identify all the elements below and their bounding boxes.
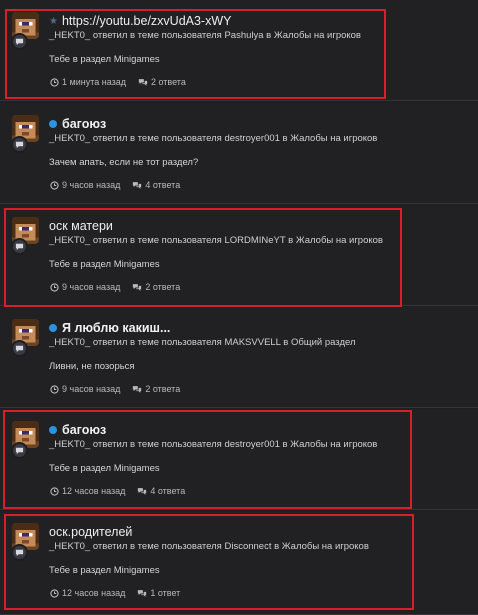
item-stats: 9 часов назад 4 ответа [50,180,192,190]
feed-item[interactable]: багоюз _HEKT0_ ответил в теме пользовате… [0,103,478,204]
time-stat: 1 минута назад [50,77,126,87]
reply-excerpt: Тебе в раздел Minigames [49,259,160,270]
clock-icon [50,77,59,87]
feed-item[interactable]: багоюз _HEKT0_ ответил в теме пользовате… [0,409,478,510]
thread-title-link[interactable]: https://youtu.be/zxvUdA3-xWY [62,14,232,28]
time-label[interactable]: 9 часов назад [62,282,120,292]
item-title-row: Я люблю какиш... [49,320,170,336]
comment-icon [11,33,28,50]
reply-excerpt: Тебе в раздел Minigames [49,565,160,576]
replies-count: 2 ответа [150,77,186,87]
replies-count: 2 ответа [145,384,181,394]
feed-item[interactable]: оск матери _HEKT0_ ответил в теме пользо… [0,205,478,306]
reply-excerpt: Зачем апать, если не тот раздел? [49,157,199,168]
replies-icon [138,78,148,86]
clock-icon [50,384,59,394]
time-label[interactable]: 9 часов назад [62,384,120,394]
replies-stat: 4 ответа [132,180,180,190]
thread-title-link[interactable]: багоюз [62,423,106,437]
thread-title-link[interactable]: Я люблю какиш... [62,321,170,335]
reply-excerpt: Ливни, не позорься [49,361,135,372]
comment-icon [11,544,28,561]
clock-icon [50,486,59,496]
comment-icon [11,238,28,255]
activity-meta: _HEKT0_ ответил в теме пользователя Pash… [49,30,361,41]
item-stats: 12 часов назад 1 ответ [50,588,192,598]
clock-icon [50,588,59,598]
item-title-row: багоюз [49,116,106,132]
comment-icon [11,340,28,357]
replies-icon [138,589,147,597]
activity-meta: _HEKT0_ ответил в теме пользователя LORD… [49,235,383,246]
item-stats: 9 часов назад 2 ответа [50,384,192,394]
item-stats: 1 минута назад 2 ответа [50,77,198,87]
reply-excerpt: Тебе в раздел Minigames [49,463,160,474]
star-icon: ★ [49,15,58,27]
item-stats: 12 часов назад 4 ответа [50,486,197,496]
unread-dot-icon [49,426,57,434]
comment-icon [11,442,28,459]
reply-excerpt: Тебе в раздел Minigames [49,54,160,65]
replies-count: 1 ответ [150,588,181,598]
item-title-row: оск матери [49,218,113,234]
thread-title-link[interactable]: оск матери [49,219,113,233]
activity-meta: _HEKT0_ ответил в теме пользователя Disc… [49,541,369,552]
item-title-row: ★ https://youtu.be/zxvUdA3-xWY [49,13,231,29]
unread-dot-icon [49,120,57,128]
clock-icon [50,282,59,292]
replies-stat: 4 ответа [137,486,185,496]
replies-icon [133,181,142,189]
thread-title-link[interactable]: багоюз [62,117,106,131]
clock-icon [50,180,59,190]
time-stat: 12 часов назад [50,486,125,496]
unread-dot-icon [49,324,57,332]
replies-count: 2 ответа [145,282,181,292]
activity-meta: _HEKT0_ ответил в теме пользователя MAKS… [49,337,356,348]
time-label[interactable]: 9 часов назад [62,180,120,190]
replies-icon [133,385,142,393]
feed-item[interactable]: оск.родителей _HEKT0_ ответил в теме пол… [0,511,478,615]
time-stat: 9 часов назад [50,282,120,292]
comment-icon [11,136,28,153]
replies-icon [138,487,147,495]
replies-count: 4 ответа [150,486,186,496]
replies-stat: 2 ответа [132,282,180,292]
feed-item[interactable]: ★ https://youtu.be/zxvUdA3-xWY _HEKT0_ о… [0,0,478,101]
item-title-row: багоюз [49,422,106,438]
time-stat: 9 часов назад [50,384,120,394]
time-stat: 12 часов назад [50,588,125,598]
time-label[interactable]: 1 минута назад [62,77,126,87]
replies-stat: 1 ответ [137,588,180,598]
item-title-row: оск.родителей [49,524,132,540]
feed-item[interactable]: Я люблю какиш... _HEKT0_ ответил в теме … [0,307,478,408]
replies-count: 4 ответа [145,180,181,190]
activity-feed: ★ https://youtu.be/zxvUdA3-xWY _HEKT0_ о… [0,0,478,615]
replies-stat: 2 ответа [138,77,186,87]
activity-meta: _HEKT0_ ответил в теме пользователя dest… [49,133,378,144]
time-label[interactable]: 12 часов назад [62,588,125,598]
time-label[interactable]: 12 часов назад [62,486,125,496]
replies-icon [133,283,142,291]
replies-stat: 2 ответа [132,384,180,394]
activity-meta: _HEKT0_ ответил в теме пользователя dest… [49,439,378,450]
item-stats: 9 часов назад 2 ответа [50,282,192,292]
thread-title-link[interactable]: оск.родителей [49,525,132,539]
time-stat: 9 часов назад [50,180,120,190]
